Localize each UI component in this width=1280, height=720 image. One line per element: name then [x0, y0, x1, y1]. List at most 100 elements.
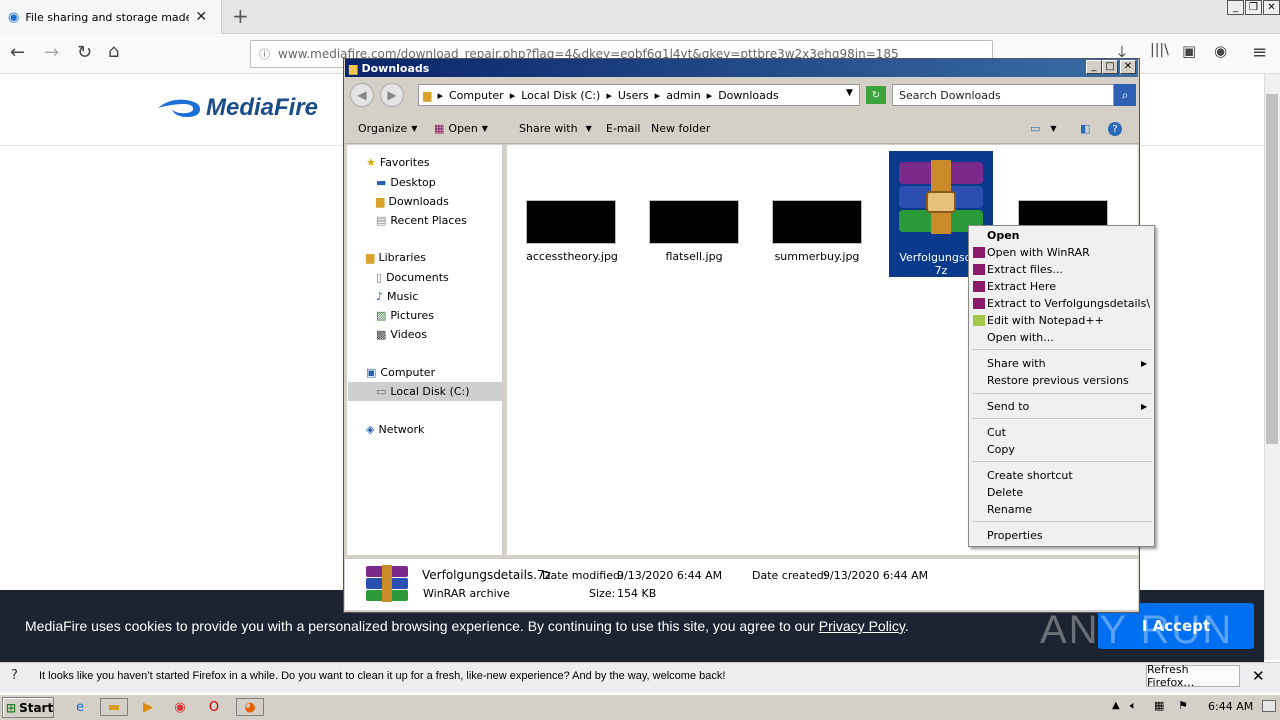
- file-name[interactable]: flatsell.jpg: [639, 250, 749, 263]
- explorer-maximize-button[interactable]: □: [1102, 60, 1118, 74]
- mediafire-flame-icon: [158, 99, 200, 117]
- menu-open[interactable]: Open: [987, 229, 1020, 242]
- chevron-icon[interactable]: ▸: [606, 89, 612, 102]
- nav-recent-places[interactable]: ▤ Recent Places: [376, 214, 467, 227]
- refresh-firefox-button[interactable]: Refresh Firefox…: [1146, 663, 1240, 689]
- account-icon[interactable]: ◉: [1214, 42, 1227, 60]
- close-tab-icon[interactable]: ✕: [195, 9, 207, 25]
- nav-videos[interactable]: ▩ Videos: [376, 328, 427, 341]
- address-dropdown-icon[interactable]: ▼: [846, 88, 853, 98]
- crumb-local-disk[interactable]: Local Disk (C:): [521, 89, 600, 102]
- chevron-icon[interactable]: ▸: [437, 89, 443, 102]
- nav-favorites[interactable]: ★ Favorites: [366, 156, 430, 169]
- refresh-icon[interactable]: ↻: [866, 86, 886, 104]
- explorer-forward-icon[interactable]: ▶: [380, 83, 404, 107]
- forward-icon[interactable]: →: [44, 42, 59, 63]
- explorer-back-icon[interactable]: ◀: [350, 83, 374, 107]
- search-icon[interactable]: ⌕: [1114, 84, 1136, 106]
- scrollbar-thumb[interactable]: [1266, 94, 1278, 444]
- explorer-close-button[interactable]: ✕: [1120, 60, 1136, 74]
- new-tab-icon[interactable]: +: [232, 4, 249, 28]
- start-button[interactable]: ⊞ Start: [2, 697, 54, 718]
- chevron-icon[interactable]: ▸: [655, 89, 661, 102]
- back-icon[interactable]: ←: [10, 42, 25, 63]
- privacy-policy-link[interactable]: Privacy Policy: [819, 618, 905, 634]
- media-player-icon[interactable]: ▶: [138, 698, 158, 716]
- menu-edit-notepad[interactable]: Edit with Notepad++: [987, 314, 1104, 327]
- crumb-computer[interactable]: Computer: [449, 89, 504, 102]
- help-icon[interactable]: ?: [1108, 122, 1122, 136]
- open-button[interactable]: ▦ Open ▼: [434, 122, 488, 135]
- info-icon[interactable]: ⓘ: [259, 46, 270, 62]
- address-bar[interactable]: ▆ ▸ Computer ▸ Local Disk (C:) ▸ Users ▸…: [418, 84, 860, 106]
- sidebar-icon[interactable]: ▣: [1182, 42, 1196, 60]
- menu-send-to[interactable]: Send to: [987, 400, 1029, 413]
- opera-icon[interactable]: O: [204, 698, 224, 716]
- tray-arrow-icon[interactable]: ▲: [1112, 700, 1120, 711]
- menu-open-with-winrar[interactable]: Open with WinRAR: [987, 246, 1090, 259]
- flag-icon[interactable]: ⚑: [1178, 699, 1188, 712]
- close-button[interactable]: ✕: [1263, 0, 1280, 15]
- menu-cut[interactable]: Cut: [987, 426, 1006, 439]
- menu-extract-here[interactable]: Extract Here: [987, 280, 1056, 293]
- menu-properties[interactable]: Properties: [987, 529, 1043, 542]
- mediafire-logo[interactable]: MediaFire: [156, 94, 318, 122]
- views-icon[interactable]: ▭ ▼: [1030, 122, 1057, 135]
- share-with-button[interactable]: Share with ▼: [519, 122, 592, 135]
- nav-libraries[interactable]: ▆ Libraries: [366, 251, 426, 264]
- network-tray-icon[interactable]: ▦: [1154, 699, 1164, 712]
- jpg-thumbnail[interactable]: [649, 200, 739, 244]
- minimize-button[interactable]: _: [1227, 0, 1244, 15]
- file-name[interactable]: summerbuy.jpg: [762, 250, 872, 263]
- new-folder-button[interactable]: New folder: [651, 122, 710, 135]
- show-desktop-icon[interactable]: [1262, 700, 1276, 712]
- menu-icon[interactable]: ≡: [1252, 42, 1267, 63]
- crumb-admin[interactable]: admin: [666, 89, 700, 102]
- nav-network[interactable]: ◈ Network: [366, 423, 424, 436]
- nav-local-disk[interactable]: ▭ Local Disk (C:): [376, 385, 470, 398]
- menu-restore[interactable]: Restore previous versions: [987, 374, 1129, 387]
- file-name[interactable]: accesstheory.jpg: [517, 250, 627, 263]
- jpg-thumbnail[interactable]: [526, 200, 616, 244]
- ie-icon[interactable]: e: [70, 698, 90, 716]
- home-icon[interactable]: ⌂: [108, 41, 119, 62]
- explorer-minimize-button[interactable]: _: [1086, 60, 1102, 74]
- menu-extract-files[interactable]: Extract files...: [987, 263, 1063, 276]
- firefox-taskbar-icon[interactable]: ◕: [236, 698, 264, 716]
- menu-copy[interactable]: Copy: [987, 443, 1015, 456]
- nav-music[interactable]: ♪ Music: [376, 290, 418, 303]
- menu-rename[interactable]: Rename: [987, 503, 1032, 516]
- nav-pictures[interactable]: ▨ Pictures: [376, 309, 434, 322]
- menu-open-with[interactable]: Open with...: [987, 331, 1054, 344]
- menu-create-shortcut[interactable]: Create shortcut: [987, 469, 1073, 482]
- reload-icon[interactable]: ↻: [77, 42, 92, 63]
- browser-tab[interactable]: ◉ File sharing and storage made simp ✕: [0, 0, 222, 34]
- menu-delete[interactable]: Delete: [987, 486, 1023, 499]
- nav-computer[interactable]: ▣ Computer: [366, 366, 435, 379]
- folder-small-icon: ▆: [423, 88, 432, 102]
- chrome-icon[interactable]: ◉: [170, 698, 190, 716]
- jpg-thumbnail[interactable]: [772, 200, 862, 244]
- preview-pane-icon[interactable]: ◧: [1080, 122, 1090, 135]
- search-input[interactable]: Search Downloads: [892, 84, 1114, 106]
- volume-icon[interactable]: 🔈︎: [1130, 699, 1137, 713]
- explorer-titlebar[interactable]: ▆ Downloads: [345, 59, 1138, 77]
- restore-button[interactable]: ❐: [1245, 0, 1262, 15]
- explorer-taskbar-icon[interactable]: ▬: [100, 698, 128, 716]
- chevron-icon[interactable]: ▸: [707, 89, 713, 102]
- crumb-users[interactable]: Users: [618, 89, 649, 102]
- nav-downloads[interactable]: ▆ Downloads: [376, 195, 449, 208]
- nav-desktop[interactable]: ▬ Desktop: [376, 176, 436, 189]
- nav-documents[interactable]: ▯ Documents: [376, 271, 449, 284]
- library-icon[interactable]: |||\: [1150, 42, 1169, 58]
- dropdown-icon: ▼: [585, 124, 592, 133]
- menu-extract-to[interactable]: Extract to Verfolgungsdetails\: [987, 297, 1150, 310]
- email-button[interactable]: E-mail: [606, 122, 641, 135]
- organize-button[interactable]: Organize ▼: [358, 122, 417, 135]
- close-notification-icon[interactable]: ✕: [1252, 667, 1265, 685]
- menu-share-with[interactable]: Share with: [987, 357, 1046, 370]
- detail-created: 9/13/2020 6:44 AM: [823, 569, 929, 582]
- crumb-downloads[interactable]: Downloads: [718, 89, 778, 102]
- detail-modified-label: Date modified:: [542, 569, 624, 582]
- chevron-icon[interactable]: ▸: [510, 89, 516, 102]
